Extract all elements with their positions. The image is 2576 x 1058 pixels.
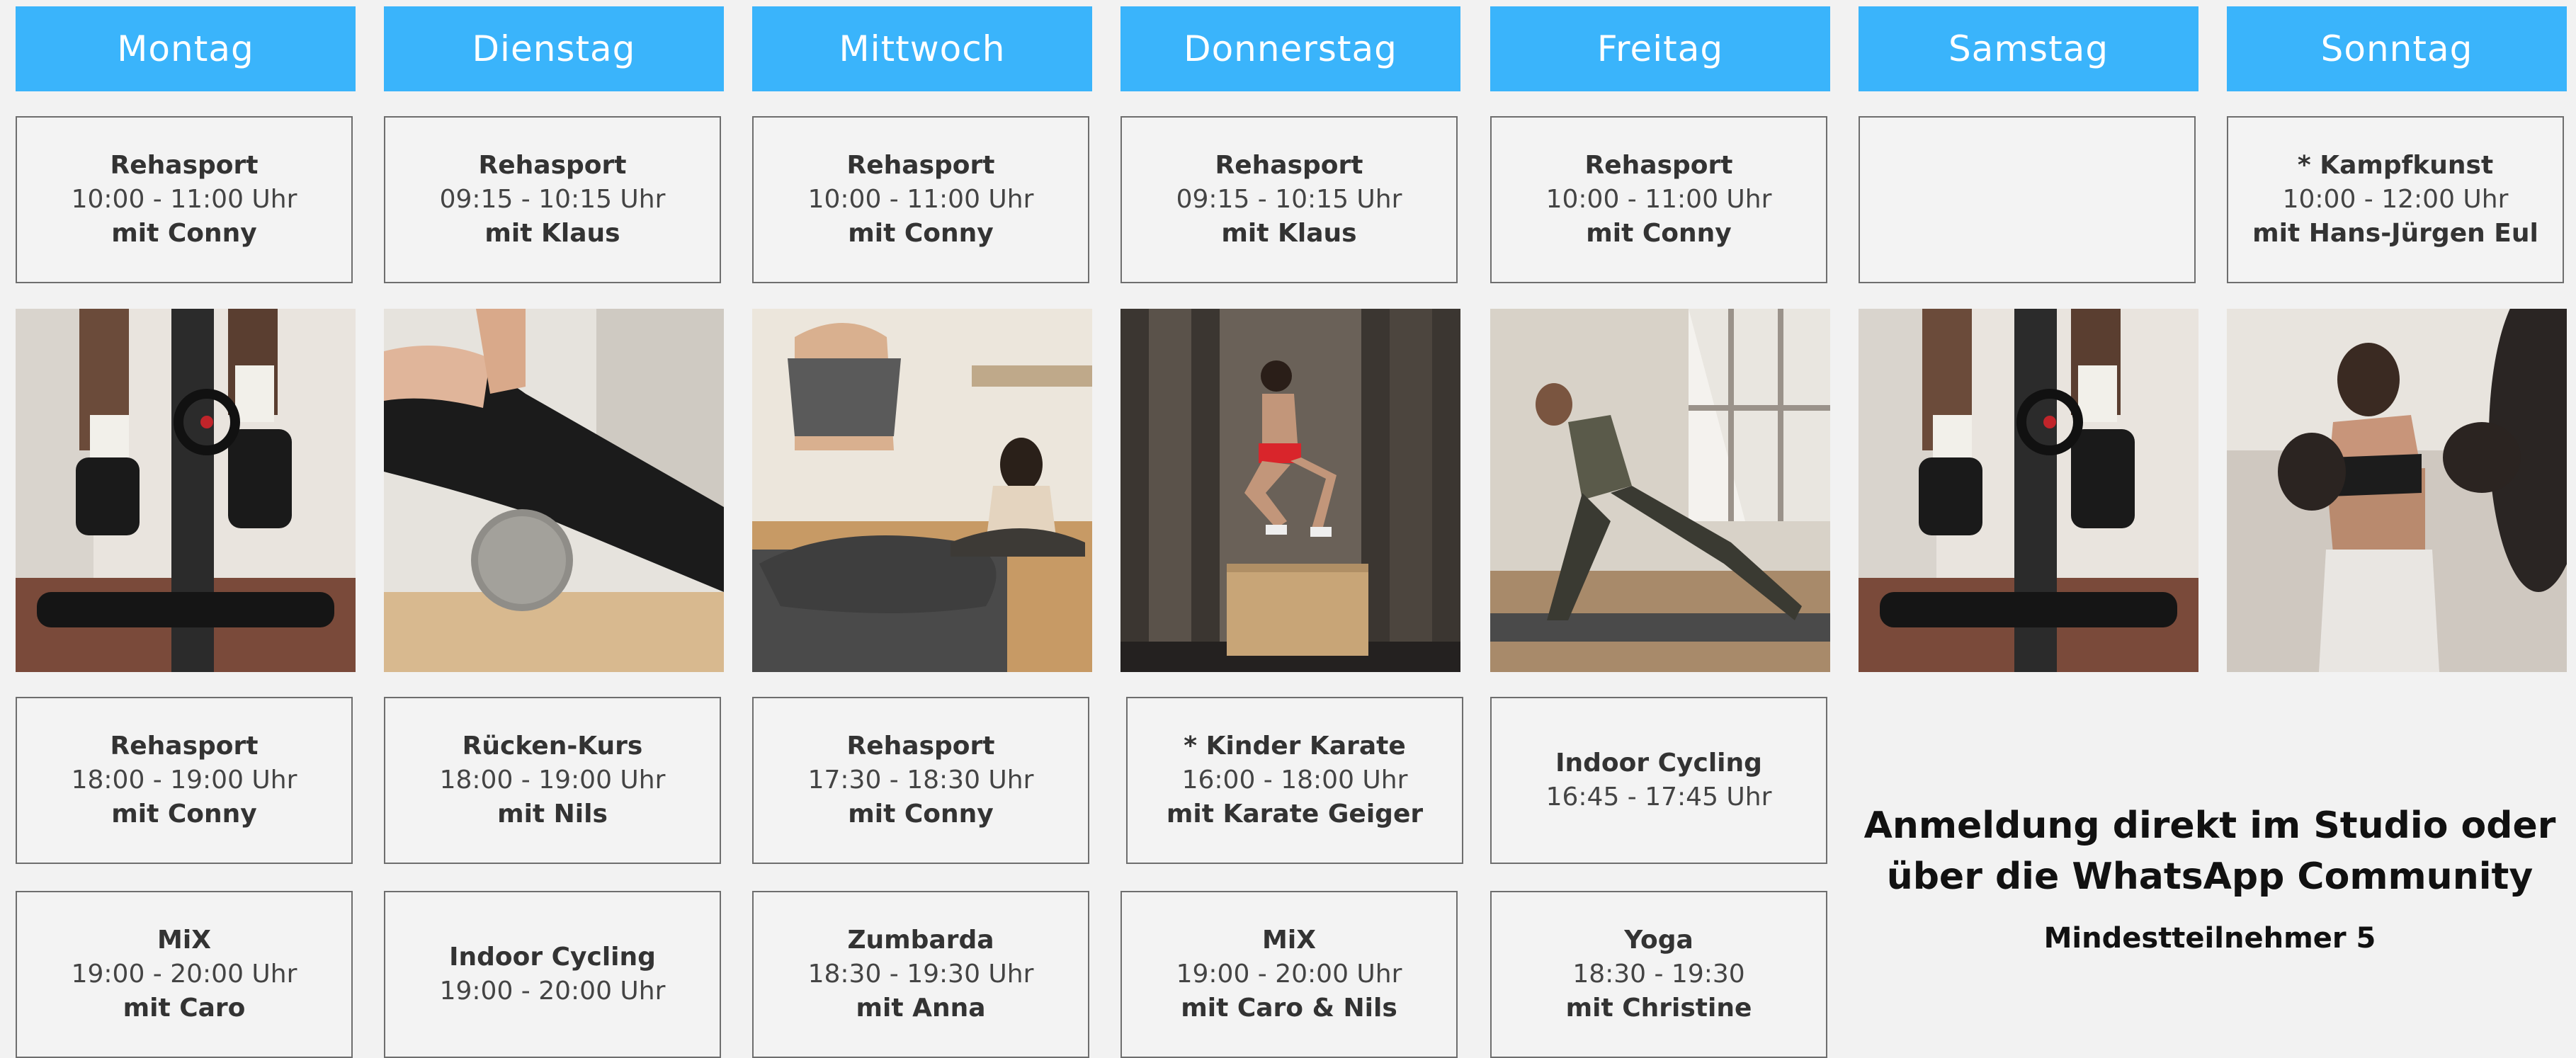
class-trainer: mit Hans-Jürgen Eul — [2252, 219, 2538, 248]
class-time: 18:30 - 19:30 Uhr — [807, 960, 1034, 989]
class-card: Rehasport 09:15 - 10:15 Uhr mit Klaus — [1120, 116, 1458, 283]
class-time: 16:45 - 17:45 Uhr — [1545, 783, 1772, 812]
class-title: MiX — [157, 926, 211, 955]
class-card: Rehasport 09:15 - 10:15 Uhr mit Klaus — [384, 116, 721, 283]
registration-note: Anmeldung direkt im Studio oder über die… — [1856, 800, 2564, 955]
day-header: Donnerstag — [1120, 6, 1460, 91]
class-card: * Kampfkunst 10:00 - 12:00 Uhr mit Hans-… — [2227, 116, 2564, 283]
class-title: Rehasport — [846, 151, 995, 180]
class-trainer: mit Conny — [848, 219, 994, 248]
class-time: 09:15 - 10:15 Uhr — [439, 185, 666, 214]
photo-indoor-cycling — [16, 309, 356, 672]
photo-indoor-cycling — [1859, 309, 2198, 672]
class-trainer: mit Klaus — [1221, 219, 1357, 248]
class-time: 17:30 - 18:30 Uhr — [807, 766, 1034, 795]
class-time: 10:00 - 12:00 Uhr — [2282, 185, 2509, 214]
class-title: MiX — [1262, 926, 1316, 955]
class-time: 16:00 - 18:00 Uhr — [1181, 766, 1408, 795]
class-title: Indoor Cycling — [1555, 749, 1762, 778]
class-card: Rehasport 10:00 - 11:00 Uhr mit Conny — [1490, 116, 1827, 283]
class-trainer: mit Klaus — [484, 219, 620, 248]
class-time: 10:00 - 11:00 Uhr — [1545, 185, 1772, 214]
class-trainer: mit Conny — [848, 800, 994, 829]
class-title: Zumbarda — [847, 926, 994, 955]
day-header: Mittwoch — [752, 6, 1092, 91]
class-card-empty — [1859, 116, 2196, 283]
class-title: Rücken-Kurs — [462, 732, 643, 761]
registration-line-1: Anmeldung direkt im Studio oder — [1863, 804, 2556, 847]
class-trainer: mit Caro & Nils — [1181, 994, 1397, 1023]
class-trainer: mit Karate Geiger — [1166, 800, 1424, 829]
class-card: * Kinder Karate 16:00 - 18:00 Uhr mit Ka… — [1126, 697, 1463, 864]
class-time: 10:00 - 11:00 Uhr — [807, 185, 1034, 214]
class-title: Rehasport — [110, 732, 259, 761]
class-time: 18:00 - 19:00 Uhr — [439, 766, 666, 795]
class-card: MiX 19:00 - 20:00 Uhr mit Caro — [16, 891, 353, 1058]
class-title: Yoga — [1624, 926, 1693, 955]
class-title: Rehasport — [1215, 151, 1363, 180]
class-trainer: mit Nils — [497, 800, 608, 829]
class-time: 19:00 - 20:00 Uhr — [439, 977, 666, 1006]
class-card: Indoor Cycling 16:45 - 17:45 Uhr — [1490, 697, 1827, 864]
day-header: Dienstag — [384, 6, 724, 91]
day-header: Sonntag — [2227, 6, 2567, 91]
class-card: Rehasport 10:00 - 11:00 Uhr mit Conny — [752, 116, 1089, 283]
photo-meditation — [752, 309, 1092, 672]
class-time: 10:00 - 11:00 Uhr — [71, 185, 297, 214]
class-time: 09:15 - 10:15 Uhr — [1176, 185, 1402, 214]
class-trainer: mit Conny — [1586, 219, 1732, 248]
class-card: Yoga 18:30 - 19:30 mit Christine — [1490, 891, 1827, 1058]
class-trainer: mit Conny — [111, 219, 257, 248]
class-title: Rehasport — [846, 732, 995, 761]
minimum-participants: Mindestteilnehmer 5 — [2043, 922, 2376, 955]
class-card: MiX 19:00 - 20:00 Uhr mit Caro & Nils — [1120, 891, 1458, 1058]
class-time: 18:00 - 19:00 Uhr — [71, 766, 297, 795]
class-trainer: mit Caro — [123, 994, 246, 1023]
photo-foam-roller — [384, 309, 724, 672]
class-card: Rehasport 17:30 - 18:30 Uhr mit Conny — [752, 697, 1089, 864]
class-trainer: mit Conny — [111, 800, 257, 829]
class-title: Rehasport — [110, 151, 259, 180]
photo-boxing — [2227, 309, 2567, 672]
class-time: 19:00 - 20:00 Uhr — [71, 960, 297, 989]
day-header: Montag — [16, 6, 356, 91]
class-time: 19:00 - 20:00 Uhr — [1176, 960, 1402, 989]
class-title: * Kinder Karate — [1184, 732, 1406, 761]
day-header: Samstag — [1859, 6, 2198, 91]
registration-line-2: über die WhatsApp Community — [1886, 855, 2534, 898]
class-title: Rehasport — [1584, 151, 1733, 180]
photo-box-jump — [1120, 309, 1460, 672]
class-card: Indoor Cycling 19:00 - 20:00 Uhr — [384, 891, 721, 1058]
class-card: Rehasport 10:00 - 11:00 Uhr mit Conny — [16, 116, 353, 283]
class-title: Indoor Cycling — [449, 943, 656, 972]
class-title: Rehasport — [478, 151, 627, 180]
class-card: Rücken-Kurs 18:00 - 19:00 Uhr mit Nils — [384, 697, 721, 864]
class-trainer: mit Christine — [1565, 994, 1752, 1023]
class-card: Zumbarda 18:30 - 19:30 Uhr mit Anna — [752, 891, 1089, 1058]
class-trainer: mit Anna — [856, 994, 986, 1023]
photo-yoga — [1490, 309, 1830, 672]
day-header: Freitag — [1490, 6, 1830, 91]
class-card: Rehasport 18:00 - 19:00 Uhr mit Conny — [16, 697, 353, 864]
class-title: * Kampfkunst — [2297, 151, 2494, 180]
class-time: 18:30 - 19:30 — [1572, 960, 1745, 989]
